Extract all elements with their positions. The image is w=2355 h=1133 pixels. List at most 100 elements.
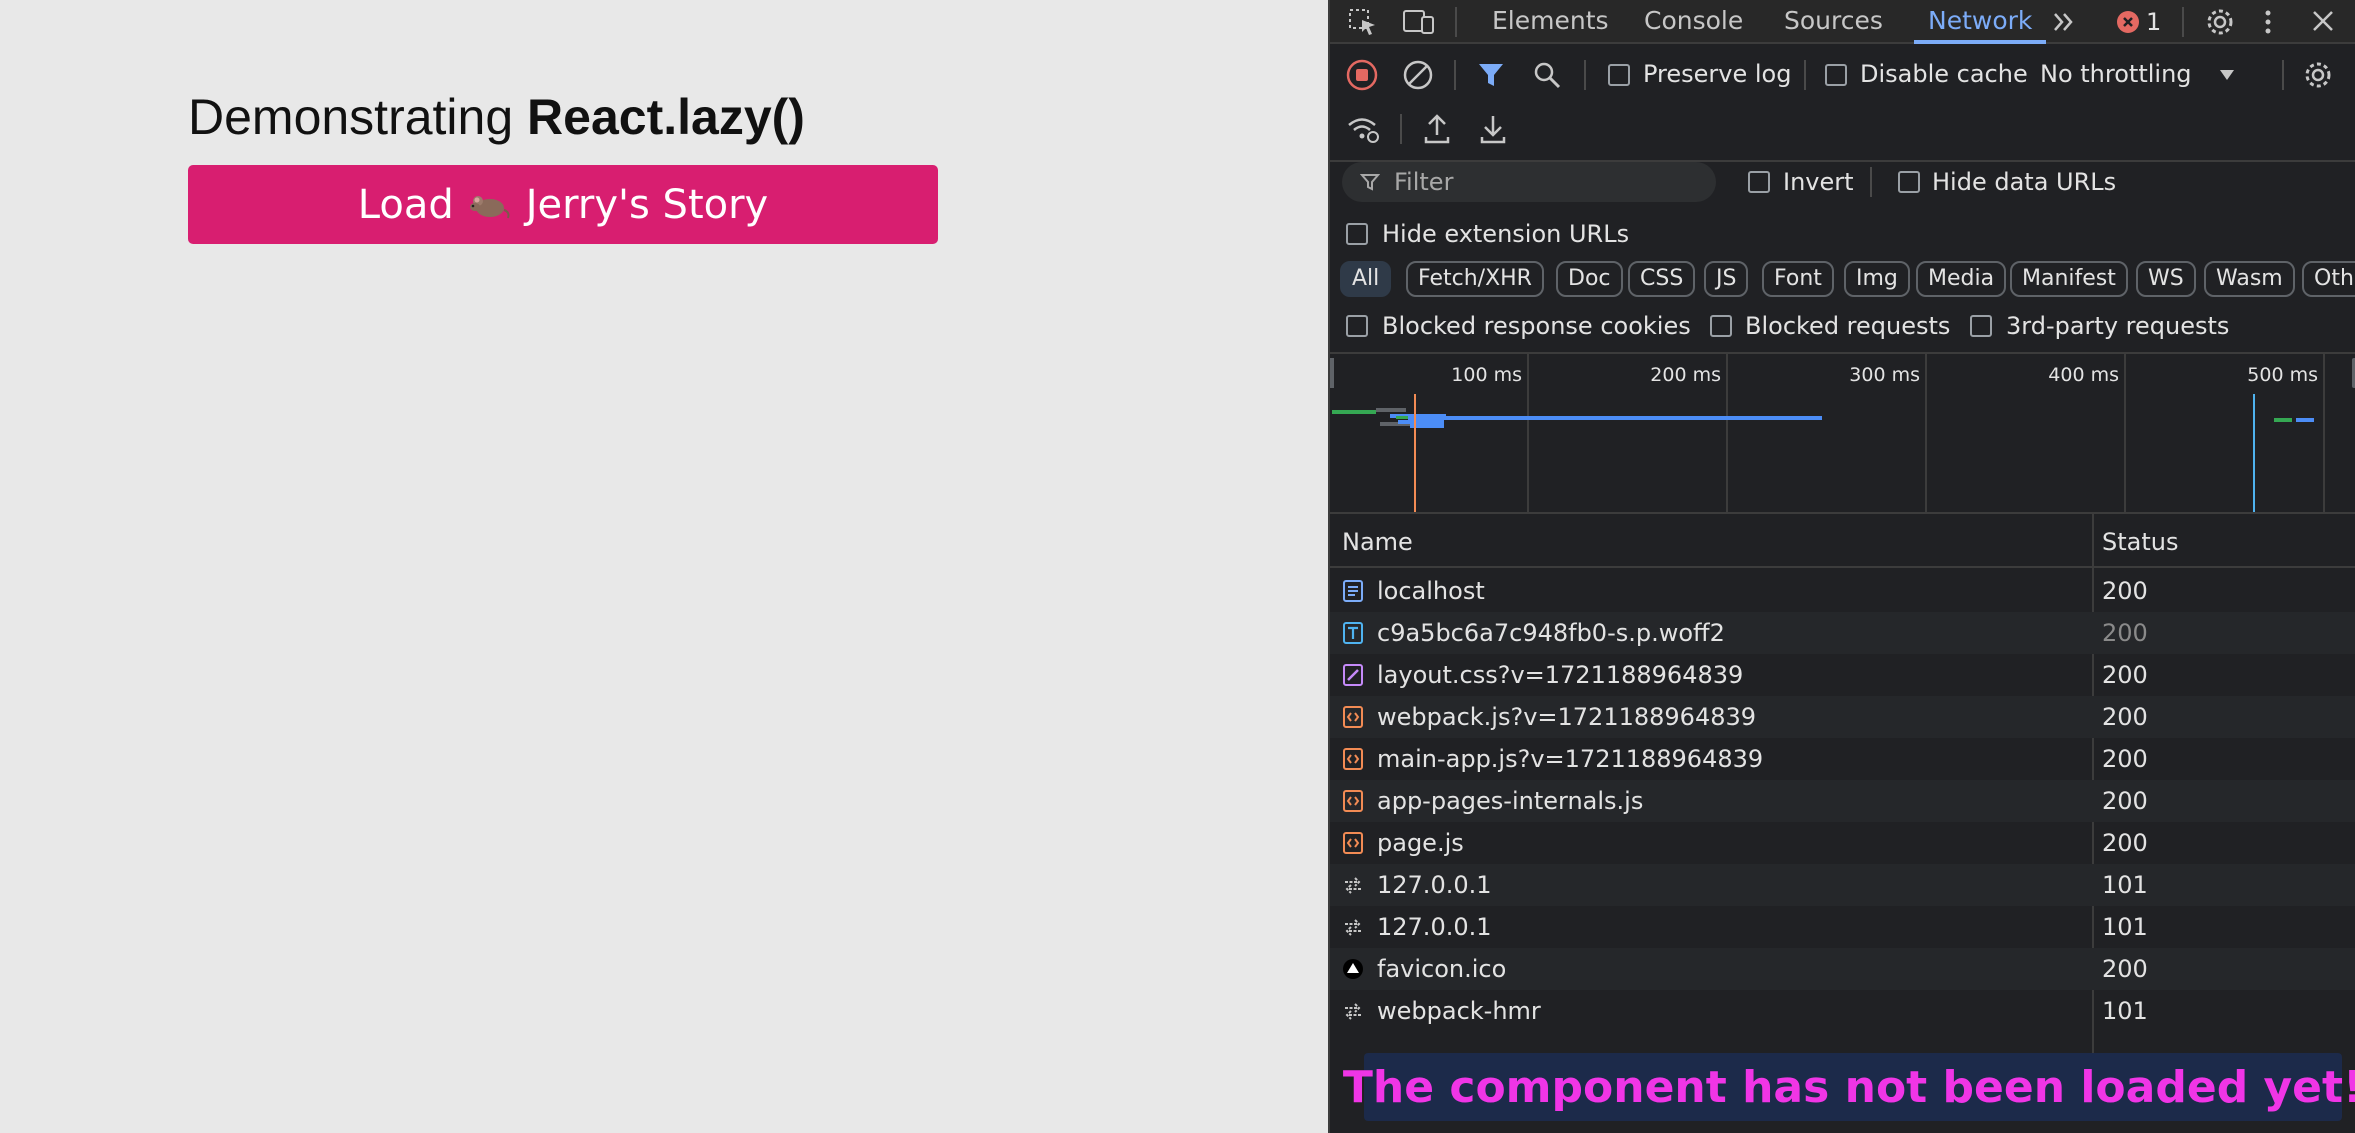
more-tabs-icon[interactable]: [2050, 8, 2078, 36]
filter-bar: Filter Invert Hide data URLs: [1330, 160, 2355, 202]
type-filter-media[interactable]: Media: [1916, 261, 2007, 297]
request-name: layout.css?v=1721188964839: [1377, 661, 1744, 689]
table-row[interactable]: 127.0.0.1 101: [1330, 906, 2355, 948]
overview-bar-blue-2: [1398, 420, 1444, 424]
request-status: 101: [2102, 997, 2148, 1025]
tick-200ms: 200 ms: [1650, 364, 1721, 386]
request-status: 200: [2102, 661, 2148, 689]
type-filter-font[interactable]: Font: [1762, 261, 1834, 297]
third-party-label: 3rd-party requests: [2006, 312, 2230, 340]
type-filter-all[interactable]: All: [1340, 261, 1392, 297]
preserve-log-checkbox[interactable]: [1608, 64, 1630, 86]
mouse-icon: [469, 195, 510, 218]
request-status: 200: [2102, 577, 2148, 605]
blocked-cookies-checkbox[interactable]: [1346, 315, 1368, 337]
tick-100ms: 100 ms: [1451, 364, 1522, 386]
table-row[interactable]: c9a5bc6a7c948fb0-s.p.woff2 200: [1330, 612, 2355, 654]
request-status: 200: [2102, 955, 2148, 983]
disable-cache-checkbox[interactable]: [1825, 64, 1847, 86]
request-status: 200: [2102, 619, 2148, 647]
overview-bar-blue-long: [1408, 416, 1822, 420]
dropdown-arrow-icon[interactable]: [2218, 68, 2236, 82]
tab-console[interactable]: Console: [1644, 0, 1743, 44]
request-name: 127.0.0.1: [1377, 871, 1492, 899]
device-toolbar-icon[interactable]: [1402, 8, 1436, 36]
network-toolbar-secondary: [1330, 106, 2355, 152]
network-overview-timeline[interactable]: 100 ms 200 ms 300 ms 400 ms 500 ms: [1330, 352, 2355, 514]
load-button-prefix: Load: [357, 181, 454, 228]
request-status: 200: [2102, 745, 2148, 773]
table-row[interactable]: favicon.ico 200: [1330, 948, 2355, 990]
settings-gear-icon[interactable]: [2204, 6, 2236, 38]
toolbar-separator-2: [1584, 60, 1586, 90]
more-options-icon[interactable]: [2262, 8, 2274, 36]
hide-extension-urls-checkbox[interactable]: [1346, 223, 1368, 245]
blocked-requests-label: Blocked requests: [1745, 312, 1951, 340]
script-icon: [1342, 790, 1364, 812]
devtools-panel: Elements Console Sources Network 1 Prese…: [1328, 0, 2355, 1133]
table-row[interactable]: localhost 200: [1330, 570, 2355, 612]
type-filter-css[interactable]: CSS: [1628, 261, 1696, 297]
disable-cache-label: Disable cache: [1860, 60, 2028, 88]
type-filter-fetch-xhr[interactable]: Fetch/XHR: [1406, 261, 1544, 297]
throttling-select[interactable]: No throttling: [2040, 60, 2192, 88]
table-row[interactable]: webpack.js?v=1721188964839 200: [1330, 696, 2355, 738]
request-name: webpack-hmr: [1377, 997, 1541, 1025]
table-row[interactable]: app-pages-internals.js 200: [1330, 780, 2355, 822]
favicon-icon: [1342, 958, 1364, 980]
close-devtools-icon[interactable]: [2310, 8, 2336, 34]
table-row[interactable]: main-app.js?v=1721188964839 200: [1330, 738, 2355, 780]
websocket-icon: [1342, 874, 1364, 896]
page-heading: Demonstrating React.lazy(): [188, 88, 805, 146]
error-badge-icon[interactable]: [2116, 10, 2140, 34]
request-name: localhost: [1377, 577, 1485, 605]
type-filter-wasm[interactable]: Wasm: [2204, 261, 2295, 297]
invert-checkbox[interactable]: [1748, 171, 1770, 193]
tab-elements[interactable]: Elements: [1492, 0, 1609, 44]
script-icon: [1342, 832, 1364, 854]
import-har-icon[interactable]: [1422, 113, 1452, 145]
tabbar-separator: [1455, 7, 1457, 37]
stylesheet-icon: [1342, 664, 1364, 686]
invert-label: Invert: [1783, 168, 1854, 196]
blocked-requests-checkbox[interactable]: [1710, 315, 1732, 337]
load-story-button[interactable]: Load Jerry's Story: [188, 165, 938, 244]
request-name: main-app.js?v=1721188964839: [1377, 745, 1764, 773]
error-count: 1: [2146, 8, 2162, 36]
type-filter-other[interactable]: Othe: [2302, 261, 2355, 297]
table-row[interactable]: 127.0.0.1 101: [1330, 864, 2355, 906]
network-settings-gear-icon[interactable]: [2302, 59, 2334, 91]
column-header-status[interactable]: Status: [2102, 528, 2178, 556]
overview-bar-green-1: [1332, 410, 1376, 414]
table-row[interactable]: page.js 200: [1330, 822, 2355, 864]
type-filter-ws[interactable]: WS: [2136, 261, 2196, 297]
type-filter-doc[interactable]: Doc: [1556, 261, 1623, 297]
overview-bar-green-2: [1396, 416, 1410, 419]
network-toolbar: Preserve log Disable cache No throttling: [1330, 52, 2355, 98]
hide-extension-urls-label: Hide extension URLs: [1382, 220, 1630, 248]
table-row[interactable]: layout.css?v=1721188964839 200: [1330, 654, 2355, 696]
record-stop-icon[interactable]: [1346, 59, 1378, 91]
table-row[interactable]: webpack-hmr 101: [1330, 990, 2355, 1032]
request-status: 200: [2102, 703, 2148, 731]
hide-data-urls-checkbox[interactable]: [1898, 171, 1920, 193]
request-name: c9a5bc6a7c948fb0-s.p.woff2: [1377, 619, 1725, 647]
column-header-name[interactable]: Name: [1342, 528, 1413, 556]
tab-network[interactable]: Network: [1914, 0, 2047, 44]
type-filter-js[interactable]: JS: [1704, 261, 1749, 297]
status-caption-banner: The component has not been loaded yet!: [1343, 1053, 2355, 1121]
network-conditions-wifi-icon[interactable]: [1346, 114, 1380, 144]
export-har-icon[interactable]: [1478, 113, 1508, 145]
request-status: 200: [2102, 787, 2148, 815]
filter-input[interactable]: Filter: [1342, 162, 1716, 202]
third-party-checkbox[interactable]: [1970, 315, 1992, 337]
type-filter-manifest[interactable]: Manifest: [2010, 261, 2128, 297]
filter-funnel-icon[interactable]: [1476, 60, 1506, 90]
toolbar-separator: [1454, 60, 1456, 90]
clear-icon[interactable]: [1402, 59, 1434, 91]
inspect-element-icon[interactable]: [1348, 8, 1378, 36]
hide-extension-row: Hide extension URLs: [1330, 214, 2355, 254]
type-filter-img[interactable]: Img: [1844, 261, 1910, 297]
search-icon[interactable]: [1532, 60, 1562, 90]
tab-sources[interactable]: Sources: [1784, 0, 1883, 44]
